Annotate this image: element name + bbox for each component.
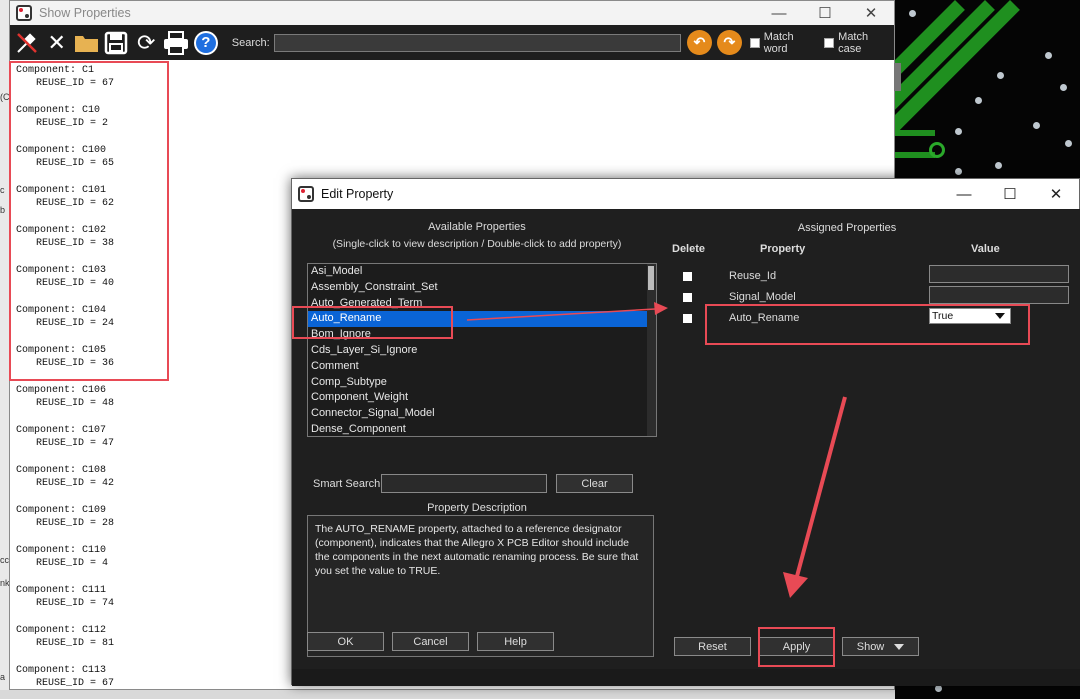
assigned-property-name: Reuse_Id bbox=[729, 270, 777, 282]
highlight-box-auto-rename-item bbox=[292, 306, 453, 339]
reuse-id-value: REUSE_ID = 74 bbox=[36, 598, 115, 609]
reuse-id-value: REUSE_ID = 28 bbox=[36, 518, 115, 529]
reuse-id-value: REUSE_ID = 47 bbox=[36, 438, 115, 449]
available-properties-hint: (Single-click to view description / Doub… bbox=[332, 238, 622, 250]
highlight-box-apply-button bbox=[758, 627, 835, 667]
list-scrollbar[interactable] bbox=[647, 264, 656, 436]
smart-search-label: Smart Search bbox=[313, 478, 381, 490]
match-word-label: Match word bbox=[763, 30, 794, 55]
available-property-item[interactable]: Assembly_Constraint_Set bbox=[308, 280, 656, 296]
match-word-checkbox[interactable] bbox=[749, 37, 760, 48]
delete-checkbox[interactable] bbox=[683, 272, 692, 281]
cancel-button[interactable]: Cancel bbox=[392, 632, 469, 651]
refresh-icon[interactable]: ⟳ bbox=[131, 28, 161, 58]
match-case-label: Match case bbox=[838, 30, 869, 55]
available-property-item[interactable]: Asi_Model bbox=[308, 264, 656, 280]
maximize-button[interactable]: ☐ bbox=[802, 1, 848, 25]
print-icon[interactable] bbox=[161, 28, 191, 58]
component-name: Component: C109 bbox=[16, 505, 107, 516]
available-property-item[interactable]: Comp_Subtype bbox=[308, 375, 656, 391]
close-icon[interactable]: ✕ bbox=[42, 28, 72, 58]
column-header-value: Value bbox=[971, 243, 1000, 255]
delete-checkbox[interactable] bbox=[683, 314, 692, 323]
save-icon[interactable] bbox=[101, 28, 131, 58]
edit-property-dialog: Edit Property — ☐ ✕ Available Properties… bbox=[291, 178, 1080, 686]
reset-button[interactable]: Reset bbox=[674, 637, 751, 656]
list-item: Component: C112 REUSE_ID = 81 bbox=[16, 624, 114, 664]
component-name: Component: C111 bbox=[16, 585, 107, 596]
close-button[interactable]: ✕ bbox=[1033, 179, 1079, 209]
clear-button[interactable]: Clear bbox=[556, 474, 633, 493]
show-button-label: Show bbox=[856, 640, 885, 653]
assigned-value-field[interactable] bbox=[929, 265, 1069, 283]
available-properties-panel: Available Properties (Single-click to vi… bbox=[292, 209, 662, 669]
assigned-property-name: Signal_Model bbox=[729, 291, 796, 303]
app-icon bbox=[298, 186, 314, 202]
reuse-id-value: REUSE_ID = 67 bbox=[36, 678, 115, 689]
reuse-id-value: REUSE_ID = 4 bbox=[36, 558, 109, 569]
smart-search-input[interactable] bbox=[381, 474, 547, 493]
available-property-item[interactable]: Comment bbox=[308, 359, 656, 375]
column-header-property: Property bbox=[760, 243, 806, 255]
list-item: Component: C106 REUSE_ID = 48 bbox=[16, 384, 114, 424]
show-properties-titlebar: Show Properties — ☐ ✕ bbox=[10, 1, 894, 25]
list-item: Component: C107 REUSE_ID = 47 bbox=[16, 424, 114, 464]
available-property-item[interactable]: Connector_Signal_Model bbox=[308, 406, 656, 422]
reuse-id-value: REUSE_ID = 81 bbox=[36, 638, 115, 649]
vertical-scrollbar[interactable] bbox=[894, 63, 901, 91]
component-name: Component: C108 bbox=[16, 465, 107, 476]
close-button[interactable]: ✕ bbox=[848, 1, 894, 25]
assigned-value-field[interactable] bbox=[929, 286, 1069, 304]
available-property-item[interactable]: Dense_Component bbox=[308, 422, 656, 436]
search-label: Search: bbox=[231, 36, 270, 49]
ok-button[interactable]: OK bbox=[307, 632, 384, 651]
show-button[interactable]: Show bbox=[842, 637, 919, 656]
column-header-delete: Delete bbox=[672, 243, 706, 255]
assigned-properties-panel: Assigned Properties Delete Property Valu… bbox=[662, 209, 1080, 669]
search-next-button[interactable]: ↷ bbox=[716, 30, 742, 55]
list-item: Component: C109 REUSE_ID = 28 bbox=[16, 504, 114, 544]
delete-checkbox[interactable] bbox=[683, 293, 692, 302]
search-input[interactable] bbox=[273, 33, 682, 52]
minimize-button[interactable]: — bbox=[756, 1, 802, 25]
pin-icon[interactable] bbox=[12, 28, 42, 58]
reuse-id-value: REUSE_ID = 48 bbox=[36, 398, 115, 409]
chevron-down-icon bbox=[894, 643, 905, 650]
minimize-button[interactable]: — bbox=[941, 179, 987, 209]
available-property-item[interactable]: Cds_Layer_Si_Ignore bbox=[308, 343, 656, 359]
highlight-box-assigned-auto-rename bbox=[705, 304, 1030, 345]
component-name: Component: C112 bbox=[16, 625, 107, 636]
folder-icon[interactable] bbox=[72, 28, 102, 58]
help-icon[interactable]: ? bbox=[193, 30, 218, 55]
list-item: Component: C108 REUSE_ID = 42 bbox=[16, 464, 114, 504]
toolbar: ✕ ⟳ ? Search: ↶ ↷ Match word Match case bbox=[10, 25, 894, 60]
assigned-row: Reuse_Id bbox=[662, 265, 1080, 288]
list-item: Component: C113 REUSE_ID = 67 bbox=[16, 664, 114, 699]
available-properties-header: Available Properties bbox=[428, 221, 526, 233]
match-case-checkbox[interactable] bbox=[824, 37, 835, 48]
component-name: Component: C110 bbox=[16, 545, 107, 556]
status-bar bbox=[0, 690, 895, 699]
dialog-footer bbox=[292, 669, 1080, 686]
component-name: Component: C107 bbox=[16, 425, 107, 436]
component-name: Component: C106 bbox=[16, 385, 107, 396]
background-window-strip: (C c b cc nk a bbox=[0, 0, 10, 699]
search-previous-button[interactable]: ↶ bbox=[687, 30, 712, 55]
assigned-properties-header: Assigned Properties bbox=[797, 222, 897, 234]
help-button[interactable]: Help bbox=[477, 632, 554, 651]
window-title: Show Properties bbox=[39, 6, 131, 20]
property-description-header: Property Description bbox=[427, 502, 527, 514]
reuse-id-value: REUSE_ID = 42 bbox=[36, 478, 115, 489]
component-name: Component: C113 bbox=[16, 665, 107, 676]
app-icon bbox=[16, 5, 32, 21]
list-item: Component: C111 REUSE_ID = 74 bbox=[16, 584, 114, 624]
available-property-item[interactable]: Component_Weight bbox=[308, 390, 656, 406]
dialog-title: Edit Property bbox=[321, 187, 394, 201]
list-item: Component: C110 REUSE_ID = 4 bbox=[16, 544, 114, 584]
highlight-box-components bbox=[9, 61, 169, 381]
edit-property-titlebar: Edit Property — ☐ ✕ bbox=[292, 179, 1079, 209]
available-properties-list[interactable]: Asi_Model Assembly_Constraint_Set Auto_Gen… bbox=[307, 263, 657, 437]
maximize-button[interactable]: ☐ bbox=[987, 179, 1033, 209]
